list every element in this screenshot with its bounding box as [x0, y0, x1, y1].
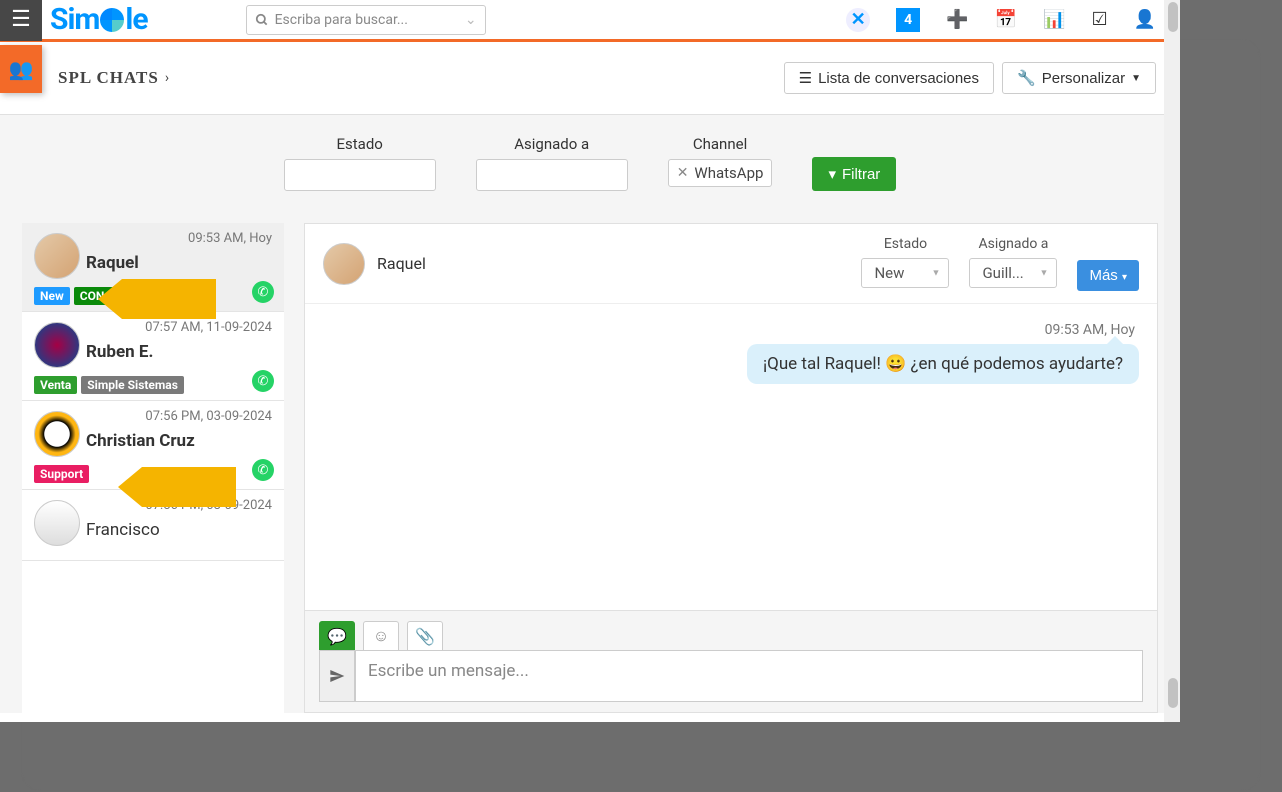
customize-button[interactable]: 🔧 Personalizar ▼	[1002, 62, 1156, 94]
conv-name: Raquel	[86, 253, 139, 273]
chat-messages[interactable]: 09:53 AM, Hoy ¡Que tal Raquel! 😀 ¿en qué…	[305, 304, 1157, 610]
filter-channel-tag[interactable]: ✕ WhatsApp	[668, 159, 773, 187]
conv-avatar	[34, 500, 80, 546]
conv-time: 07:57 AM, 11-09-2024	[145, 320, 272, 335]
search-placeholder: Escriba para buscar...	[275, 12, 408, 28]
app-icon-x[interactable]: ✕	[846, 8, 870, 32]
filter-estado-input[interactable]	[284, 159, 436, 191]
conv-name: Francisco	[86, 520, 160, 540]
message-input[interactable]: Escribe un mensaje...	[355, 650, 1143, 702]
global-search-input[interactable]: Escriba para buscar... ⌄	[246, 5, 486, 35]
funnel-icon: ▾	[828, 165, 836, 183]
conversation-list[interactable]: 09:53 AM, HoyRaquelNewCON4✆07:57 AM, 11-…	[22, 223, 284, 713]
breadcrumb-chevron-icon[interactable]: ›	[165, 70, 169, 86]
filter-button[interactable]: ▾ Filtrar	[812, 157, 896, 191]
filter-asignado-input[interactable]	[476, 159, 628, 191]
callout-arrow	[142, 467, 236, 507]
conv-time: 07:56 PM, 03-09-2024	[145, 409, 272, 424]
conversation-item[interactable]: 07:56 PM, 03-09-2024 Christian Cruz Suppor…	[22, 401, 284, 490]
page-title-bar: SPL CHATS › ☰ Lista de conversaciones 🔧 …	[0, 42, 1180, 115]
status-badge: Support	[34, 465, 89, 483]
conversation-list-button[interactable]: ☰ Lista de conversaciones	[784, 62, 994, 94]
chevron-down-icon: ▼	[1131, 73, 1141, 84]
chat-header: Raquel Estado New Asignado a Guill... Má…	[305, 224, 1157, 304]
send-button[interactable]	[319, 650, 355, 702]
compose-tab-emoji-icon[interactable]: ☺	[363, 621, 399, 651]
caret-down-icon: ▾	[1122, 272, 1127, 283]
checkbox-icon[interactable]: ☑	[1091, 9, 1107, 30]
page-title: SPL CHATS	[58, 68, 159, 88]
chat-asignado-select[interactable]: Guill...	[969, 258, 1057, 288]
contact-avatar	[323, 243, 365, 285]
message-composer: 💬 ☺ 📎 Escribe un mensaje...	[305, 610, 1157, 712]
wrench-icon: 🔧	[1017, 69, 1036, 87]
chat-panel: Raquel Estado New Asignado a Guill... Má…	[304, 223, 1158, 713]
compose-tab-attach-icon[interactable]: 📎	[407, 621, 443, 651]
conv-avatar	[34, 322, 80, 368]
search-chevron-icon[interactable]: ⌄	[465, 12, 477, 28]
contact-name: Raquel	[377, 254, 426, 273]
conv-name: Christian Cruz	[86, 431, 195, 451]
message-timestamp: 09:53 AM, Hoy	[323, 322, 1139, 338]
conv-avatar	[34, 411, 80, 457]
conv-time: 09:53 AM, Hoy	[188, 231, 272, 246]
status-badge: New	[34, 287, 70, 305]
logo[interactable]: Simle	[42, 2, 156, 37]
chart-icon[interactable]: 📊	[1043, 9, 1065, 30]
chat-estado-select[interactable]: New	[861, 258, 949, 288]
whatsapp-icon: ✆	[252, 459, 274, 481]
status-badge: Simple Sistemas	[81, 376, 184, 394]
message-bubble: ¡Que tal Raquel! 😀 ¿en qué podemos ayuda…	[747, 344, 1139, 384]
whatsapp-icon: ✆	[252, 281, 274, 303]
outer-scrollbar[interactable]	[1164, 0, 1180, 722]
list-icon: ☰	[799, 69, 812, 87]
callout-arrow	[122, 279, 216, 319]
left-rail-users-icon[interactable]: 👥	[0, 45, 42, 93]
filter-channel: Channel ✕ WhatsApp	[668, 135, 773, 191]
conv-badges: VentaSimple Sistemas	[34, 376, 272, 394]
remove-tag-icon[interactable]: ✕	[677, 165, 689, 181]
top-icon-bar: ✕ 4 ➕ 📅 📊 ☑ 👤	[846, 8, 1180, 32]
app-icon-four[interactable]: 4	[896, 8, 920, 32]
compose-tab-chat-icon[interactable]: 💬	[319, 621, 355, 651]
main-split: 09:53 AM, HoyRaquelNewCON4✆07:57 AM, 11-…	[0, 219, 1180, 713]
top-bar: ☰ Simle Escriba para buscar... ⌄ ✕ 4 ➕ 📅…	[0, 0, 1180, 42]
chat-estado-control: Estado New	[861, 236, 949, 288]
conversation-item[interactable]: 09:53 AM, HoyRaquelNewCON4✆	[22, 223, 284, 312]
filter-estado: Estado	[284, 135, 436, 191]
filter-bar: Estado Asignado a Channel ✕ WhatsApp ▾ F…	[0, 115, 1180, 219]
conv-avatar	[34, 233, 80, 279]
conversation-item[interactable]: 07:57 AM, 11-09-2024 Ruben E. VentaSimple …	[22, 312, 284, 401]
whatsapp-icon: ✆	[252, 370, 274, 392]
calendar-icon[interactable]: 📅	[995, 9, 1017, 30]
status-badge: Venta	[34, 376, 77, 394]
chat-asignado-control: Asignado a Guill...	[969, 236, 1057, 288]
more-button[interactable]: Más ▾	[1077, 260, 1139, 291]
user-icon[interactable]: 👤	[1134, 9, 1156, 30]
plus-icon[interactable]: ➕	[946, 9, 968, 30]
menu-hamburger-icon[interactable]: ☰	[0, 0, 42, 41]
conv-name: Ruben E.	[86, 342, 153, 362]
filter-asignado: Asignado a	[476, 135, 628, 191]
